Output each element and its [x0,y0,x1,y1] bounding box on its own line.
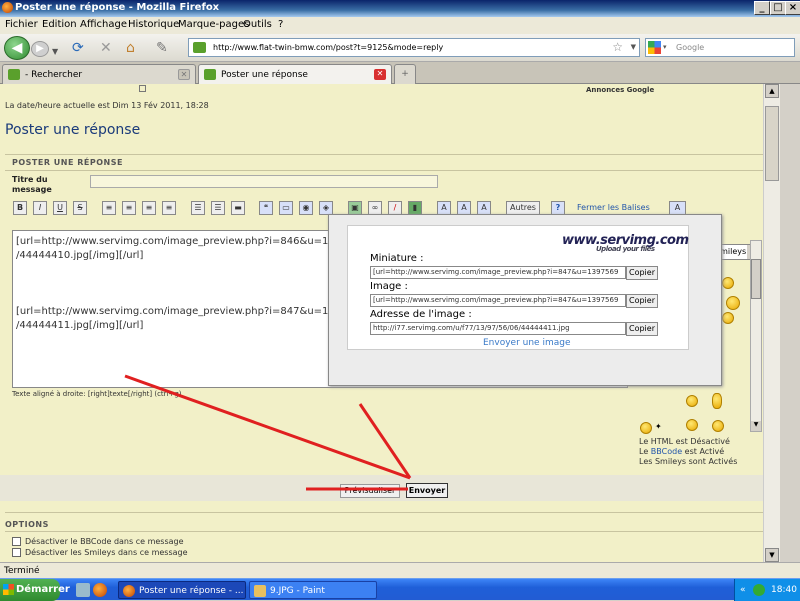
status-bar: Terminé [0,562,800,578]
start-button[interactable]: Démarrer [0,579,70,601]
url-text: http://www.flat-twin-bmw.com/post?t=9125… [213,43,444,52]
task-label: 9.JPG - Paint [270,586,325,596]
maximize-button[interactable]: □ [770,1,786,15]
window-border [780,84,800,562]
google-icon [648,41,661,54]
forward-button[interactable]: ▶ [31,41,49,57]
task-label: Poster une réponse - ... [139,586,244,596]
title-bar: Poster une réponse - Mozilla Firefox _ □… [0,0,800,17]
window-title: Poster une réponse - Mozilla Firefox [15,2,220,13]
search-engine-dropdown-icon[interactable]: ▾ [663,43,667,51]
menu-bar: Fichier Edition Affichage Historique Mar… [0,17,800,34]
back-button[interactable]: ◀ [4,36,30,60]
tab-poster-reponse[interactable]: Poster une réponse ✕ [198,64,392,84]
annotation-arrow-line [124,374,411,480]
firefox-icon [123,585,135,597]
windows-logo-icon [3,584,14,595]
firefox-icon [2,2,13,13]
tab-favicon [8,69,20,80]
quicklaunch-icon[interactable] [76,583,90,597]
address-bar[interactable]: http://www.flat-twin-bmw.com/post?t=9125… [188,38,640,57]
tab-close-icon[interactable]: ✕ [178,69,190,80]
reload-icon[interactable]: ⟳ [72,41,84,55]
new-tab-button[interactable]: + [394,64,416,84]
close-button[interactable]: × [785,1,800,15]
tray-app-icon[interactable] [753,584,765,596]
tools-icon[interactable]: ✎ [156,41,168,55]
system-tray: « 18:40 [734,579,800,601]
menu-fichier[interactable]: Fichier [5,19,38,30]
windows-taskbar: Démarrer Poster une réponse - ... 9.JPG … [0,578,800,601]
scrollbar-thumb[interactable] [765,106,779,181]
annotation-arrow-line [358,403,412,479]
history-dropdown-icon[interactable]: ▼ [52,45,58,59]
minimize-button[interactable]: _ [754,1,770,15]
menu-affichage[interactable]: Affichage [80,19,127,30]
tray-expand-icon[interactable]: « [740,579,746,601]
start-label: Démarrer [16,584,70,595]
menu-outils[interactable]: Outils [243,19,272,30]
scroll-down-arrow[interactable]: ▼ [765,548,779,562]
bookmark-star-icon[interactable]: ☆ [612,40,623,54]
tab-rechercher[interactable]: - Rechercher ✕ [2,64,196,84]
search-placeholder: Google [676,43,705,52]
menu-historique[interactable]: Historique [128,19,179,30]
home-icon[interactable]: ⌂ [126,41,135,55]
tab-close-icon[interactable]: ✕ [374,69,386,80]
scroll-up-arrow[interactable]: ▲ [765,84,779,98]
firefox-quicklaunch-icon[interactable] [93,583,107,597]
menu-help[interactable]: ? [278,19,283,30]
tab-label: - Rechercher [25,70,83,80]
task-firefox[interactable]: Poster une réponse - ... [118,581,246,599]
menu-edition[interactable]: Edition [42,19,77,30]
page-scrollbar[interactable]: ▲ ▼ [763,84,780,562]
task-paint[interactable]: 9.JPG - Paint [249,581,377,599]
site-favicon [193,42,206,53]
tab-bar: - Rechercher ✕ Poster une réponse ✕ + [0,62,800,84]
page-content: Annonces Google La date/heure actuelle e… [0,84,763,562]
clock: 18:40 [771,585,797,595]
tab-label: Poster une réponse [221,70,308,80]
status-text: Terminé [4,566,40,576]
red-annotation-arrows [124,374,412,491]
navigation-toolbar: ◀ ▶ ▼ ⟳ ✕ ⌂ ✎ http://www.flat-twin-bmw.c… [0,34,800,62]
paint-icon [254,585,266,597]
stop-icon[interactable]: ✕ [100,41,112,55]
url-dropdown-icon[interactable]: ▼ [631,43,636,51]
menu-marque-pages[interactable]: Marque-pages [178,19,249,30]
tab-favicon [204,69,216,80]
search-box[interactable]: ▾ Google [645,38,795,57]
